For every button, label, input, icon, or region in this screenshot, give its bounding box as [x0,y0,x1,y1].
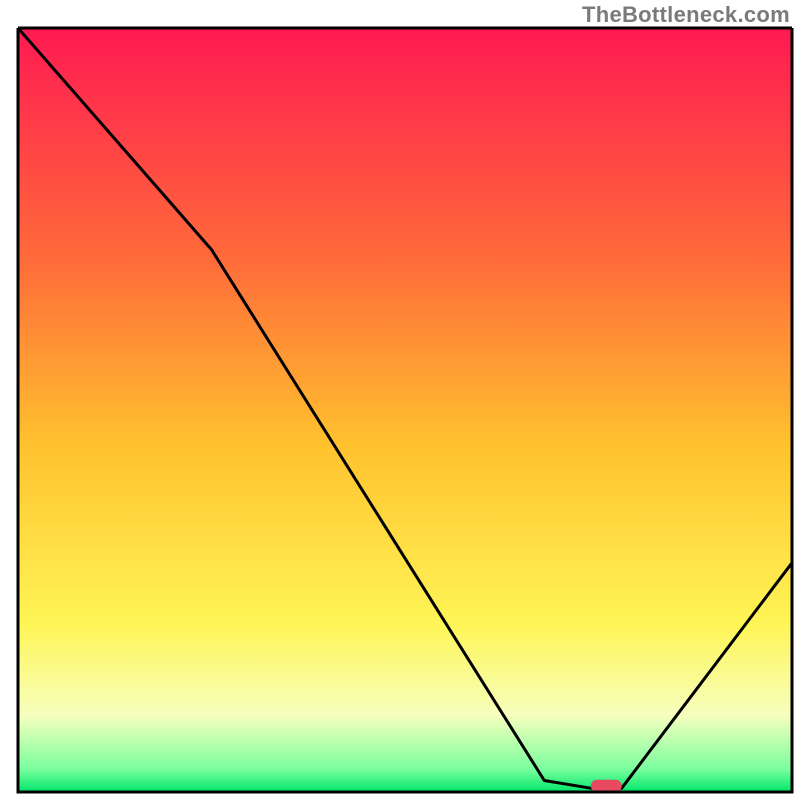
bottleneck-chart [0,0,800,800]
gradient-background [18,28,792,792]
chart-container: { "watermark": "TheBottleneck.com", "cha… [0,0,800,800]
optimal-marker [591,780,622,792]
